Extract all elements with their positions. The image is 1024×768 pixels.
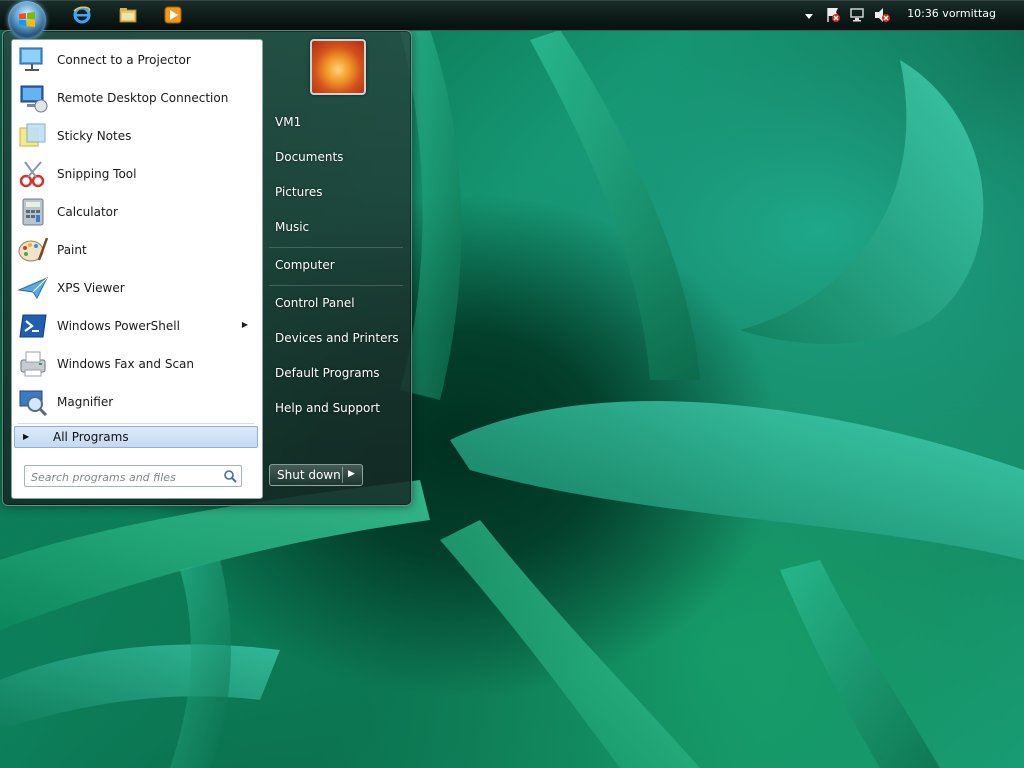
program-item-snipping-tool[interactable]: Snipping Tool [14,156,258,192]
program-item-calculator[interactable]: Calculator [14,194,258,230]
link-user-folder[interactable]: VM1 [275,115,301,129]
program-label: Magnifier [57,395,114,409]
shutdown-label: Shut down [277,468,341,482]
action-center-icon[interactable] [825,6,841,24]
program-label: Connect to a Projector [57,53,191,67]
link-help-support[interactable]: Help and Support [275,401,380,415]
program-item-magnifier[interactable]: Magnifier [14,384,258,420]
start-search-box[interactable] [24,465,242,487]
network-icon[interactable] [849,6,865,24]
taskbar-clock[interactable]: 10:36 vormittag [907,7,996,20]
snipping-tool-icon [19,161,45,188]
shutdown-button[interactable]: Shut down ▶ [269,464,363,486]
show-hidden-icons-icon[interactable] [803,6,815,24]
link-pictures[interactable]: Pictures [275,185,323,199]
search-icon[interactable] [223,469,237,483]
program-item-windows-fax-scan[interactable]: Windows Fax and Scan [14,346,258,382]
program-item-sticky-notes[interactable]: Sticky Notes [14,118,258,154]
all-programs-label: All Programs [53,430,129,444]
powershell-icon [19,314,47,338]
start-menu-programs-pane: Connect to a Projector Remote Desktop Co… [11,39,263,499]
link-default-programs[interactable]: Default Programs [275,366,380,380]
program-label: Sticky Notes [57,129,132,143]
taskbar: 10:36 vormittag [0,0,1024,39]
windows-flag-icon [19,12,35,27]
program-item-windows-powershell[interactable]: Windows PowerShell ▶ [14,308,258,344]
program-label: Snipping Tool [57,167,137,181]
volume-muted-icon[interactable] [873,6,891,24]
calculator-icon [22,198,44,226]
program-label: Remote Desktop Connection [57,91,229,105]
submenu-arrow-icon: ▶ [241,320,248,329]
program-label: Paint [57,243,87,257]
link-computer[interactable]: Computer [275,258,335,272]
programs-separator [18,423,254,424]
all-programs-button[interactable]: ▶ All Programs [14,426,258,448]
program-item-paint[interactable]: Paint [14,232,258,268]
program-item-xps-viewer[interactable]: XPS Viewer [14,270,258,306]
xps-viewer-icon [17,277,49,299]
link-music[interactable]: Music [275,220,309,234]
windows-explorer-icon[interactable] [118,5,138,25]
links-separator [269,247,403,248]
projector-icon [19,47,43,71]
media-player-icon[interactable] [163,5,183,25]
expand-arrow-icon: ▶ [23,432,30,441]
user-avatar[interactable] [310,39,366,95]
link-control-panel[interactable]: Control Panel [275,296,355,310]
remote-desktop-icon [20,85,48,113]
paint-icon [18,237,49,262]
program-label: Windows PowerShell [57,319,180,333]
magnifier-icon [19,390,48,417]
program-item-remote-desktop[interactable]: Remote Desktop Connection [14,80,258,116]
search-input[interactable] [29,467,223,487]
fax-scan-icon [20,351,46,377]
program-label: XPS Viewer [57,281,125,295]
program-item-connect-to-projector[interactable]: Connect to a Projector [14,42,258,78]
links-separator [269,285,403,286]
start-menu: Connect to a Projector Remote Desktop Co… [2,30,412,506]
shutdown-divider [342,467,343,483]
sticky-notes-icon [19,123,46,147]
start-button[interactable] [8,1,46,39]
program-label: Windows Fax and Scan [57,357,195,371]
link-documents[interactable]: Documents [275,150,343,164]
program-label: Calculator [57,205,118,219]
internet-explorer-icon[interactable] [72,5,92,25]
shutdown-options-arrow-icon[interactable]: ▶ [348,469,355,479]
link-devices-printers[interactable]: Devices and Printers [275,331,399,345]
